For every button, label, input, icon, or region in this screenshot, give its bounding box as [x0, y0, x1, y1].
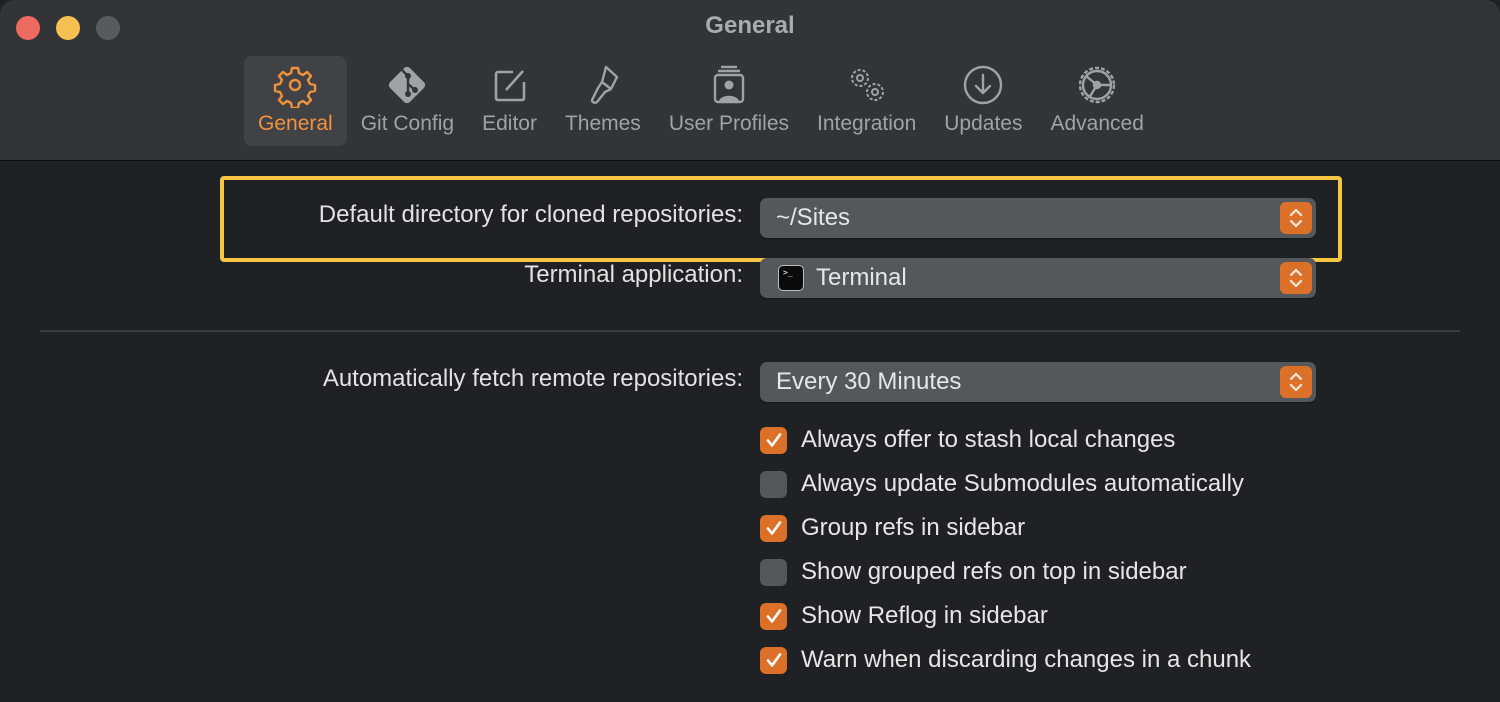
tab-label: Integration: [817, 112, 917, 135]
edit-icon: [494, 70, 525, 102]
general-settings-pane: Default directory for cloned repositorie…: [0, 161, 1500, 702]
checkbox-checked[interactable]: [760, 514, 787, 542]
checkbox-row[interactable]: Group refs in sidebar: [760, 514, 1025, 542]
checkbox-unchecked[interactable]: [760, 558, 787, 586]
checkbox-checked[interactable]: [760, 602, 787, 630]
checkbox-row[interactable]: Warn when discarding changes in a chunk: [760, 646, 1251, 674]
tab-user-profiles[interactable]: User Profiles: [655, 56, 803, 146]
checkbox-unchecked[interactable]: [760, 470, 787, 498]
checkmark-icon: [766, 653, 781, 667]
advanced-gear-icon: [1078, 66, 1116, 104]
preferences-toolbar: General Git Config Editor Themes User Pr…: [244, 56, 1158, 146]
checkbox-row[interactable]: Always update Submodules automatically: [760, 470, 1244, 498]
git-icon: [389, 66, 426, 104]
download-circle-icon: [964, 65, 1003, 105]
tab-git-config[interactable]: Git Config: [347, 56, 468, 146]
checkbox-checked[interactable]: [760, 426, 787, 454]
tab-label: General: [258, 112, 333, 135]
tab-label: User Profiles: [668, 112, 790, 135]
checkbox-row[interactable]: Always offer to stash local changes: [760, 426, 1175, 454]
chevron-up-down-icon: [1280, 202, 1312, 234]
tab-integration[interactable]: Integration: [803, 56, 930, 146]
tab-label: Advanced: [1050, 112, 1144, 135]
tab-label: Themes: [564, 112, 641, 135]
terminal-label: Terminal application:: [524, 261, 743, 288]
chevron-up-down-icon: [1280, 262, 1312, 294]
fetch-label: Automatically fetch remote repositories:: [322, 365, 743, 392]
checkmark-icon: [766, 521, 781, 535]
paintbrush-icon: [590, 65, 619, 104]
tab-label: Editor: [482, 112, 537, 135]
clone-dir-value: ~/Sites: [776, 204, 851, 231]
checkbox-label: Group refs in sidebar: [801, 514, 1026, 541]
checkbox-label: Show grouped refs on top in sidebar: [801, 558, 1187, 585]
gear-icon: [274, 66, 317, 108]
user-profiles-icon: [713, 65, 745, 104]
tab-label: Git Config: [360, 112, 455, 135]
section-divider: [40, 330, 1460, 332]
tab-label: Updates: [944, 112, 1023, 135]
window-title: General: [705, 12, 795, 39]
titlebar: General General Git Config Editor Themes…: [0, 0, 1500, 161]
terminal-value: Terminal: [816, 264, 907, 291]
gears-icon: [850, 69, 884, 101]
terminal-app-icon: >_: [778, 265, 804, 291]
clone-dir-popup[interactable]: ~/Sites: [760, 198, 1316, 238]
preferences-window: General General Git Config Editor Themes…: [0, 0, 1500, 702]
checkbox-label: Always offer to stash local changes: [801, 426, 1176, 453]
tab-themes[interactable]: Themes: [551, 56, 655, 146]
checkbox-label: Warn when discarding changes in a chunk: [801, 646, 1252, 673]
checkbox-label: Always update Submodules automatically: [801, 470, 1244, 497]
tab-advanced[interactable]: Advanced: [1036, 56, 1157, 146]
tab-updates[interactable]: Updates: [930, 56, 1036, 146]
tab-general[interactable]: General: [244, 56, 347, 146]
checkbox-row[interactable]: Show grouped refs on top in sidebar: [760, 558, 1187, 586]
tab-editor[interactable]: Editor: [468, 56, 551, 146]
fetch-interval-popup[interactable]: Every 30 Minutes: [760, 362, 1316, 402]
terminal-popup[interactable]: >_ Terminal: [760, 258, 1316, 298]
checkmark-icon: [766, 609, 781, 623]
clone-dir-label: Default directory for cloned repositorie…: [318, 201, 743, 228]
checkbox-label: Show Reflog in sidebar: [801, 602, 1048, 629]
checkmark-icon: [766, 433, 781, 447]
chevron-up-down-icon: [1280, 366, 1312, 398]
fetch-interval-value: Every 30 Minutes: [776, 368, 962, 395]
checkbox-row[interactable]: Show Reflog in sidebar: [760, 602, 1048, 630]
checkbox-checked[interactable]: [760, 646, 787, 674]
